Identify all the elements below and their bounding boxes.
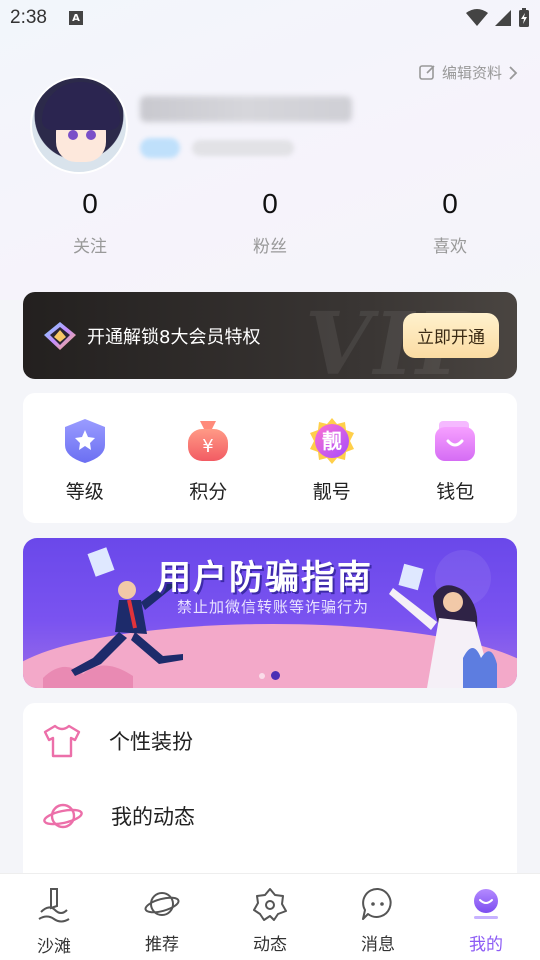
feature-points[interactable]: ¥ 积分 <box>147 417 271 523</box>
avatar-eye-right <box>86 130 96 140</box>
planet-icon <box>43 803 83 828</box>
tab-label: 推荐 <box>145 935 179 955</box>
menu-item-dress-up[interactable]: 个性装扮 <box>43 703 517 778</box>
stat-label: 关注 <box>73 237 107 257</box>
feature-pretty-number[interactable]: 靓 靓号 <box>270 417 394 523</box>
menu-label: 我的动态 <box>111 804 195 829</box>
stat-value: 0 <box>82 188 98 219</box>
avatar-hair <box>42 82 120 130</box>
tab-label: 我的 <box>469 935 503 955</box>
stat-label: 粉丝 <box>253 237 287 257</box>
feature-label: 等级 <box>65 481 104 503</box>
tab-messages[interactable]: 消息 <box>324 874 432 960</box>
notification-a-icon: A <box>68 11 83 25</box>
menu-label: 个性装扮 <box>109 729 193 754</box>
profile-icon <box>474 889 498 919</box>
chat-bubble-icon <box>362 887 392 920</box>
stat-followers[interactable]: 0 粉丝 <box>180 188 360 257</box>
avatar-eye-left <box>68 130 78 140</box>
user-id-blurred <box>192 140 294 156</box>
features-panel: 等级 ¥ 积分 靓 靓号 钱包 <box>23 393 517 523</box>
status-bar: 2:38 A <box>0 0 540 36</box>
feature-label: 积分 <box>189 481 228 503</box>
bottom-tab-bar: 沙滩 推荐 动态 消息 我的 <box>0 873 540 960</box>
banner-title: 用户防骗指南 <box>157 558 373 598</box>
avatar[interactable] <box>30 76 128 174</box>
edit-profile-label: 编辑资料 <box>441 64 502 82</box>
vip-open-button[interactable]: 立即开通 <box>403 313 499 358</box>
wifi-icon <box>466 9 488 26</box>
tab-moments[interactable]: 动态 <box>216 874 324 960</box>
tab-mine[interactable]: 我的 <box>432 874 540 960</box>
tab-label: 沙滩 <box>37 937 71 957</box>
tab-recommend[interactable]: 推荐 <box>108 874 216 960</box>
banner-dot[interactable] <box>259 672 265 679</box>
vip-promo-text: 开通解锁8大会员特权 <box>87 326 261 348</box>
status-icons <box>466 8 530 28</box>
banner-dot-active[interactable] <box>271 671 280 680</box>
pretty-number-icon: 靓 <box>309 418 354 464</box>
tshirt-icon <box>43 724 81 757</box>
stat-likes[interactable]: 0 喜欢 <box>360 188 540 257</box>
nickname-blurred <box>140 96 352 122</box>
svg-text:¥: ¥ <box>203 436 214 457</box>
feature-wallet[interactable]: 钱包 <box>394 417 518 523</box>
status-time: 2:38 <box>10 7 47 28</box>
edit-icon <box>419 65 435 80</box>
banner-subtitle: 禁止加微信转账等诈骗行为 <box>177 598 370 616</box>
battery-icon <box>519 8 529 27</box>
stats-row: 0 关注 0 粉丝 0 喜欢 <box>0 188 540 257</box>
stat-value: 0 <box>442 188 458 219</box>
vip-diamond-icon <box>44 321 76 350</box>
stat-label: 喜欢 <box>433 237 467 257</box>
menu-item-my-posts[interactable]: 我的动态 <box>43 778 517 853</box>
flower-icon <box>253 888 287 921</box>
feature-level[interactable]: 等级 <box>23 417 147 523</box>
edit-profile-button[interactable]: 编辑资料 <box>419 62 518 83</box>
vip-card[interactable]: VIP 开通解锁8大会员特权 立即开通 <box>23 292 517 379</box>
stat-value: 0 <box>262 188 278 219</box>
banner-pagination[interactable] <box>259 671 280 680</box>
chevron-right-icon <box>509 65 518 80</box>
feature-label: 钱包 <box>436 481 475 503</box>
anti-fraud-banner[interactable]: 用户防骗指南 禁止加微信转账等诈骗行为 <box>23 538 517 688</box>
level-badge-icon <box>64 419 105 463</box>
feature-label: 靓号 <box>312 481 351 503</box>
tab-label: 动态 <box>253 935 287 955</box>
tab-label: 消息 <box>361 935 395 955</box>
wallet-icon <box>435 421 476 461</box>
tab-beach[interactable]: 沙滩 <box>0 874 108 960</box>
planet-icon <box>144 892 180 916</box>
stat-following[interactable]: 0 关注 <box>0 188 180 257</box>
pretty-number-glyph: 靓 <box>322 429 342 453</box>
signal-icon <box>495 10 511 26</box>
user-tag-blurred <box>140 138 180 158</box>
points-bag-icon: ¥ <box>188 421 229 461</box>
beach-icon <box>38 888 70 923</box>
